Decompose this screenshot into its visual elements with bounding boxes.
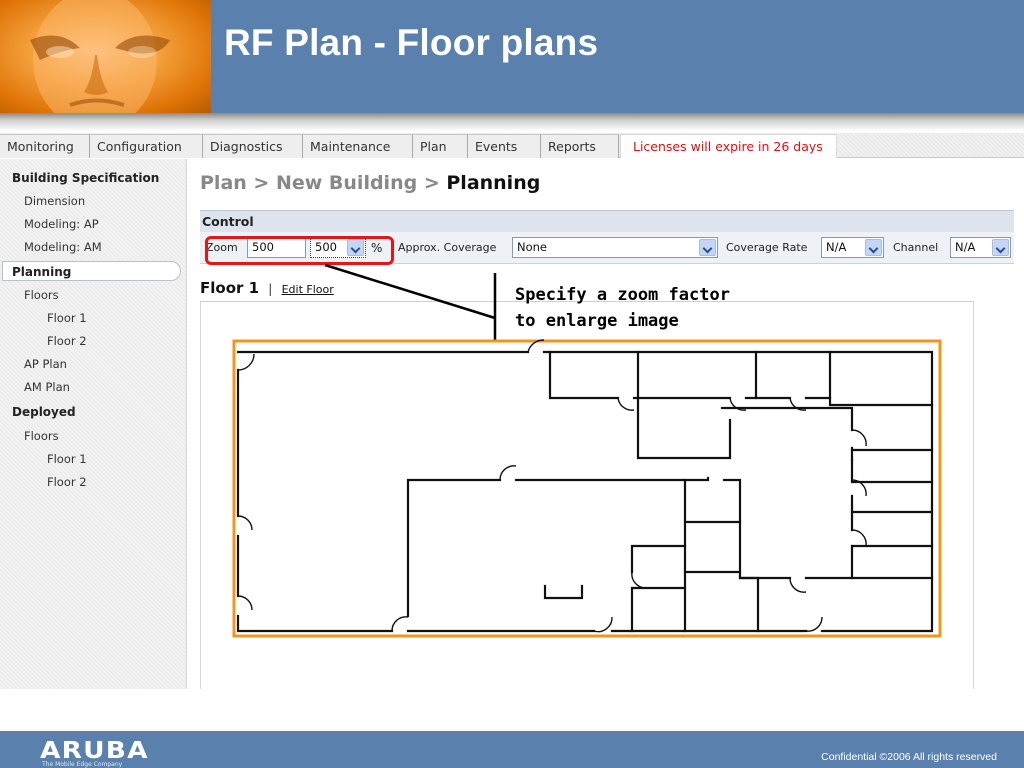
floor-plan-image[interactable] xyxy=(0,0,1024,768)
callout-pointer xyxy=(324,263,497,350)
aruba-tagline: The Mobile Edge Company xyxy=(42,761,123,768)
floor-plan-border xyxy=(232,339,942,638)
callout-annotation: Specify a zoom factor to enlarge image xyxy=(515,285,730,331)
footer-confidential-notice: Confidential ©2006 All rights reserved xyxy=(821,751,997,763)
slide-footer: ARUBA The Mobile Edge Company Confidenti… xyxy=(0,731,1024,768)
